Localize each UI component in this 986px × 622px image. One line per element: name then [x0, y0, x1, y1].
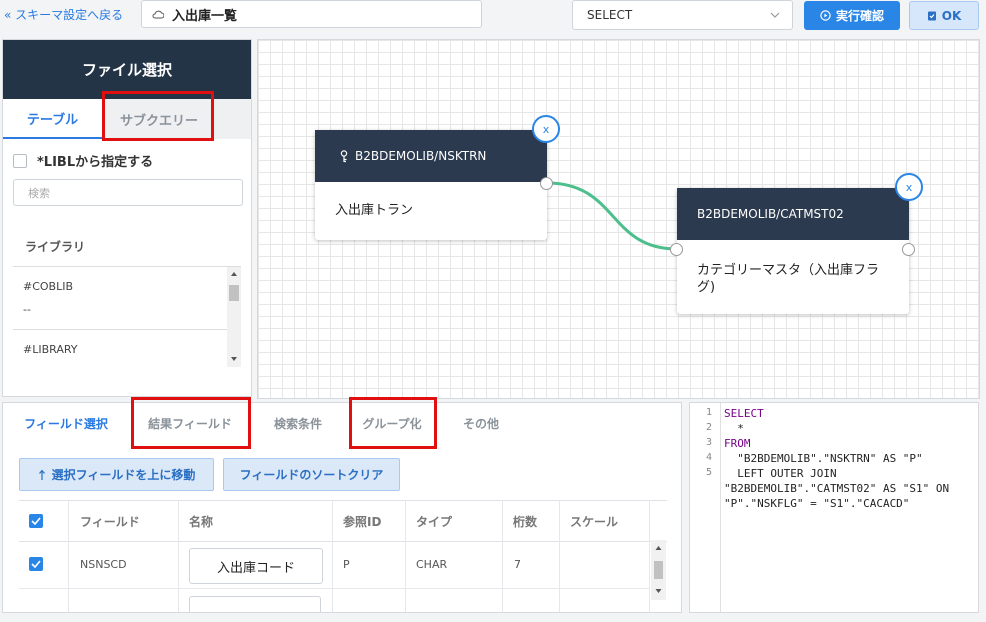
move-selected-up-button[interactable]: 選択フィールドを上に移動 [19, 458, 214, 491]
grid-scrollbar[interactable] [651, 540, 666, 600]
ref-id-cell: P [343, 557, 350, 571]
sql-line: FROM [724, 437, 751, 450]
arrow-up-icon [38, 469, 45, 480]
key-icon [340, 149, 348, 162]
ok-label: OK [941, 8, 962, 23]
sql-preview[interactable]: 1 2 3 4 5 SELECT * FROM "B2BDEMOLIB"."NS… [689, 402, 979, 613]
row-checkbox[interactable] [29, 540, 43, 588]
node-port[interactable] [670, 243, 683, 256]
libl-checkbox[interactable] [13, 153, 27, 168]
table-node-catmst02[interactable]: B2BDEMOLIB/CATMST02 カテゴリーマスタ（入出庫フラグ) [677, 188, 909, 314]
sql-line: SELECT [724, 407, 764, 420]
field-name-input[interactable]: 入出庫コード [189, 548, 323, 584]
divider [502, 500, 503, 612]
field-settings-panel: フィールド選択 結果フィールド 検索条件 グループ化 その他 選択フィールドを上… [2, 397, 682, 613]
ok-button[interactable]: OK [909, 1, 979, 30]
scrollbar-arrows [229, 272, 239, 361]
library-scrollbar[interactable] [227, 267, 241, 367]
column-header[interactable]: 参照ID [343, 501, 381, 541]
divider [178, 500, 179, 612]
chevron-down-icon [770, 12, 780, 18]
checkbox-checked[interactable] [29, 557, 43, 571]
remove-node-button[interactable]: x [532, 115, 560, 143]
divider [405, 500, 406, 612]
table-search-input[interactable]: 検索 [13, 179, 243, 206]
column-header[interactable]: スケール [570, 501, 618, 541]
join-canvas[interactable]: B2BDEMOLIB/NSKTRN 入出庫トラン x B2BDEMOLIB/CA… [257, 39, 980, 399]
column-header[interactable]: 名称 [189, 501, 213, 541]
query-type-value: SELECT [587, 8, 633, 22]
digits-cell: 7 [514, 557, 521, 571]
query-title-field[interactable]: 入出庫一覧 [141, 0, 482, 28]
cloud-icon [152, 10, 164, 19]
line-number: 2 [706, 422, 713, 433]
line-number: 1 [706, 407, 713, 418]
sql-line: "P"."NSKFLG" = "S1"."CACACD" [724, 497, 910, 510]
divider [13, 329, 227, 330]
highlight-box [102, 91, 214, 141]
move-selected-up-label: 選択フィールドを上に移動 [51, 468, 196, 482]
sql-line: LEFT OUTER JOIN [724, 467, 837, 480]
back-to-schema-link[interactable]: « スキーマ設定へ戻る [4, 6, 123, 23]
check-icon [31, 560, 41, 568]
scrollbar-arrows [654, 546, 663, 593]
line-number: 3 [706, 437, 713, 448]
divider [649, 500, 650, 612]
column-header[interactable]: 桁数 [513, 501, 537, 541]
line-number: 4 [706, 452, 713, 463]
field-cell: NSNSCD [80, 557, 127, 571]
node-header[interactable]: B2BDEMOLIB/NSKTRN [315, 130, 547, 182]
tab-field-select[interactable]: フィールド選択 [9, 403, 123, 443]
row-divider [19, 588, 649, 589]
remove-node-button[interactable]: x [895, 173, 923, 201]
clipboard-check-icon [927, 11, 936, 21]
tab-other[interactable]: その他 [443, 403, 519, 443]
sql-line: * [724, 422, 744, 435]
play-circle-icon [820, 10, 831, 21]
file-select-panel: ファイル選択 テーブル サブクエリー *LIBLから指定する 検索 ライブラリ … [2, 39, 252, 397]
check-icon [31, 517, 41, 525]
column-header[interactable]: フィールド [80, 501, 140, 541]
highlight-box [131, 397, 251, 449]
tab-search-conditions[interactable]: 検索条件 [255, 403, 341, 443]
libl-label: *LIBLから指定する [37, 155, 154, 170]
tab-table[interactable]: テーブル [3, 99, 102, 139]
node-title: B2BDEMOLIB/CATMST02 [697, 207, 844, 221]
line-number-gutter: 1 2 3 4 5 [690, 403, 721, 612]
libl-option[interactable]: *LIBLから指定する [13, 151, 153, 170]
run-check-button[interactable]: 実行確認 [804, 1, 900, 30]
library-label: ライブラリ [25, 240, 86, 254]
node-title: B2BDEMOLIB/NSKTRN [355, 149, 487, 163]
query-type-select[interactable]: SELECT [572, 0, 793, 30]
clear-field-sort-button[interactable]: フィールドのソートクリア [223, 458, 400, 491]
query-title: 入出庫一覧 [172, 8, 238, 24]
run-check-label: 実行確認 [835, 9, 884, 23]
library-list: #COBLIB -- #LIBRARY [13, 266, 241, 370]
node-header[interactable]: B2BDEMOLIB/CATMST02 [677, 188, 909, 240]
select-all-checkbox[interactable] [29, 501, 43, 541]
checkbox-checked[interactable] [29, 514, 43, 528]
library-item-coblib[interactable]: #COBLIB [23, 280, 73, 293]
divider [68, 500, 69, 612]
library-item-library[interactable]: #LIBRARY [23, 343, 78, 356]
divider [332, 500, 333, 612]
column-header[interactable]: タイプ [416, 501, 452, 541]
line-number: 5 [706, 467, 713, 478]
table-node-nsktrn[interactable]: B2BDEMOLIB/NSKTRN 入出庫トラン [315, 130, 547, 240]
sql-line: "B2BDEMOLIB"."CATMST02" AS "S1" ON [724, 482, 950, 495]
divider [559, 500, 560, 612]
field-grid-header: フィールド 名称 参照ID タイプ 桁数 スケール [19, 500, 667, 542]
node-description: 入出庫トラン [335, 203, 414, 218]
highlight-box [349, 397, 437, 449]
node-port[interactable] [902, 243, 915, 256]
next-row-input[interactable] [189, 596, 321, 612]
node-port[interactable] [540, 177, 553, 190]
sql-line: "B2BDEMOLIB"."NSKTRN" AS "P" [724, 452, 923, 465]
library-item-desc: -- [23, 303, 31, 316]
type-cell: CHAR [416, 557, 448, 571]
node-description: カテゴリーマスタ（入出庫フラグ) [697, 263, 880, 295]
